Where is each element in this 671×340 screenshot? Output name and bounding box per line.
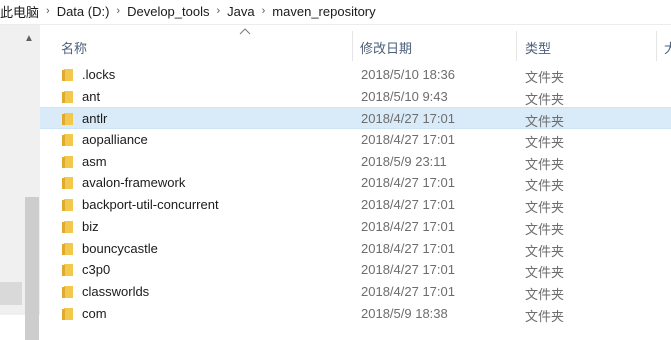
file-row[interactable]: aopalliance 2018/4/27 17:01 文件夹 [40,129,671,151]
file-modified-date: 2018/4/27 17:01 [361,111,455,127]
file-type: 文件夹 [525,70,565,85]
folder-icon [62,198,74,212]
file-row[interactable]: asm 2018/5/9 23:11 文件夹 [40,151,671,173]
file-row[interactable]: bouncycastle 2018/4/27 17:01 文件夹 [40,238,671,260]
file-name: biz [82,218,99,234]
folder-icon [62,155,74,169]
file-name: c3p0 [82,262,111,278]
file-row[interactable]: .locks 2018/5/10 18:36 文件夹 [40,64,671,86]
file-modified-date: 2018/4/27 17:01 [361,132,455,148]
file-type: 文件夹 [525,200,565,216]
column-header-name[interactable]: 名称 [61,38,87,57]
folder-icon [62,112,74,126]
folder-icon [62,263,74,277]
file-type: 文件夹 [525,243,565,259]
file-type: 文件夹 [525,135,565,151]
file-type: 文件夹 [525,178,565,194]
file-modified-date: 2018/5/10 9:43 [361,88,448,104]
breadcrumb-separator-icon[interactable]: › [259,5,269,17]
file-row[interactable]: avalon-framework 2018/4/27 17:01 文件夹 [40,172,671,194]
file-row[interactable]: c3p0 2018/4/27 17:01 文件夹 [40,259,671,281]
file-modified-date: 2018/4/27 17:01 [361,262,455,278]
breadcrumb-separator-icon[interactable]: › [43,5,53,17]
file-name: com [82,305,107,321]
file-name: .locks [82,67,116,82]
sort-ascending-icon [239,28,251,35]
column-header-date[interactable]: 修改日期 [360,38,412,57]
file-type: 文件夹 [525,114,565,130]
file-type: 文件夹 [525,308,565,324]
breadcrumb-item[interactable]: 此电脑 [0,2,43,21]
file-modified-date: 2018/5/10 18:36 [361,67,455,82]
column-divider[interactable] [352,31,353,61]
folder-icon [62,68,74,82]
file-list: .locks 2018/5/10 18:36 文件夹 ant 2018/5/10 9:4… [40,64,671,324]
folder-icon [62,176,74,190]
file-row[interactable]: com 2018/5/9 18:38 文件夹 [40,303,671,325]
file-name: aopalliance [82,132,148,148]
file-name: backport-util-concurrent [82,197,219,213]
breadcrumb-item[interactable]: maven_repository [268,4,379,19]
file-row[interactable]: ant 2018/5/10 9:43 文件夹 [40,86,671,108]
folder-icon [62,242,74,256]
file-modified-date: 2018/4/27 17:01 [361,240,455,256]
folder-icon [62,285,74,299]
file-name: antlr [82,111,108,127]
folder-icon [62,133,74,147]
breadcrumb-item[interactable]: Data (D:) [53,4,114,19]
file-modified-date: 2018/5/9 18:38 [361,305,448,321]
column-header: 名称 修改日期 类型 大 [40,25,671,63]
file-modified-date: 2018/4/27 17:01 [361,218,455,234]
file-name: classworlds [82,283,150,299]
folder-icon [62,220,74,234]
file-type: 文件夹 [525,221,565,237]
nav-scrollbar-thumb[interactable] [25,197,39,340]
file-type: 文件夹 [525,286,565,302]
file-row[interactable]: biz 2018/4/27 17:01 文件夹 [40,216,671,238]
file-row[interactable]: antlr 2018/4/27 17:01 文件夹 [40,107,671,129]
file-type: 文件夹 [525,156,565,172]
column-header-type[interactable]: 类型 [525,38,551,57]
file-name: bouncycastle [82,240,158,256]
file-modified-date: 2018/5/9 23:11 [361,153,447,169]
breadcrumb-separator-icon[interactable]: › [113,5,123,17]
nav-selected-item[interactable] [0,282,22,305]
folder-icon [62,90,74,104]
column-divider[interactable] [516,31,517,61]
file-modified-date: 2018/4/27 17:01 [361,197,455,213]
file-modified-date: 2018/4/27 17:01 [361,175,455,191]
breadcrumb-item[interactable]: Develop_tools [123,4,213,19]
folder-icon [62,307,74,321]
file-type: 文件夹 [525,91,565,107]
column-divider[interactable] [656,31,657,61]
column-header-size[interactable]: 大 [664,38,671,57]
file-row[interactable]: classworlds 2018/4/27 17:01 文件夹 [40,281,671,303]
file-row[interactable]: backport-util-concurrent 2018/4/27 17:01 文… [40,194,671,216]
file-modified-date: 2018/4/27 17:01 [361,283,455,299]
file-name: ant [82,88,101,104]
file-type: 文件夹 [525,265,565,281]
breadcrumb-item[interactable]: Java [223,4,258,19]
navigation-pane[interactable] [0,25,40,340]
breadcrumb-separator-icon[interactable]: › [213,5,223,17]
file-name: avalon-framework [82,175,186,191]
breadcrumb: 此电脑 › Data (D:) › Develop_tools › Java › maven_r… [0,0,671,22]
scroll-up-arrow-icon[interactable]: ▲ [23,32,35,46]
file-name: asm [82,153,107,169]
